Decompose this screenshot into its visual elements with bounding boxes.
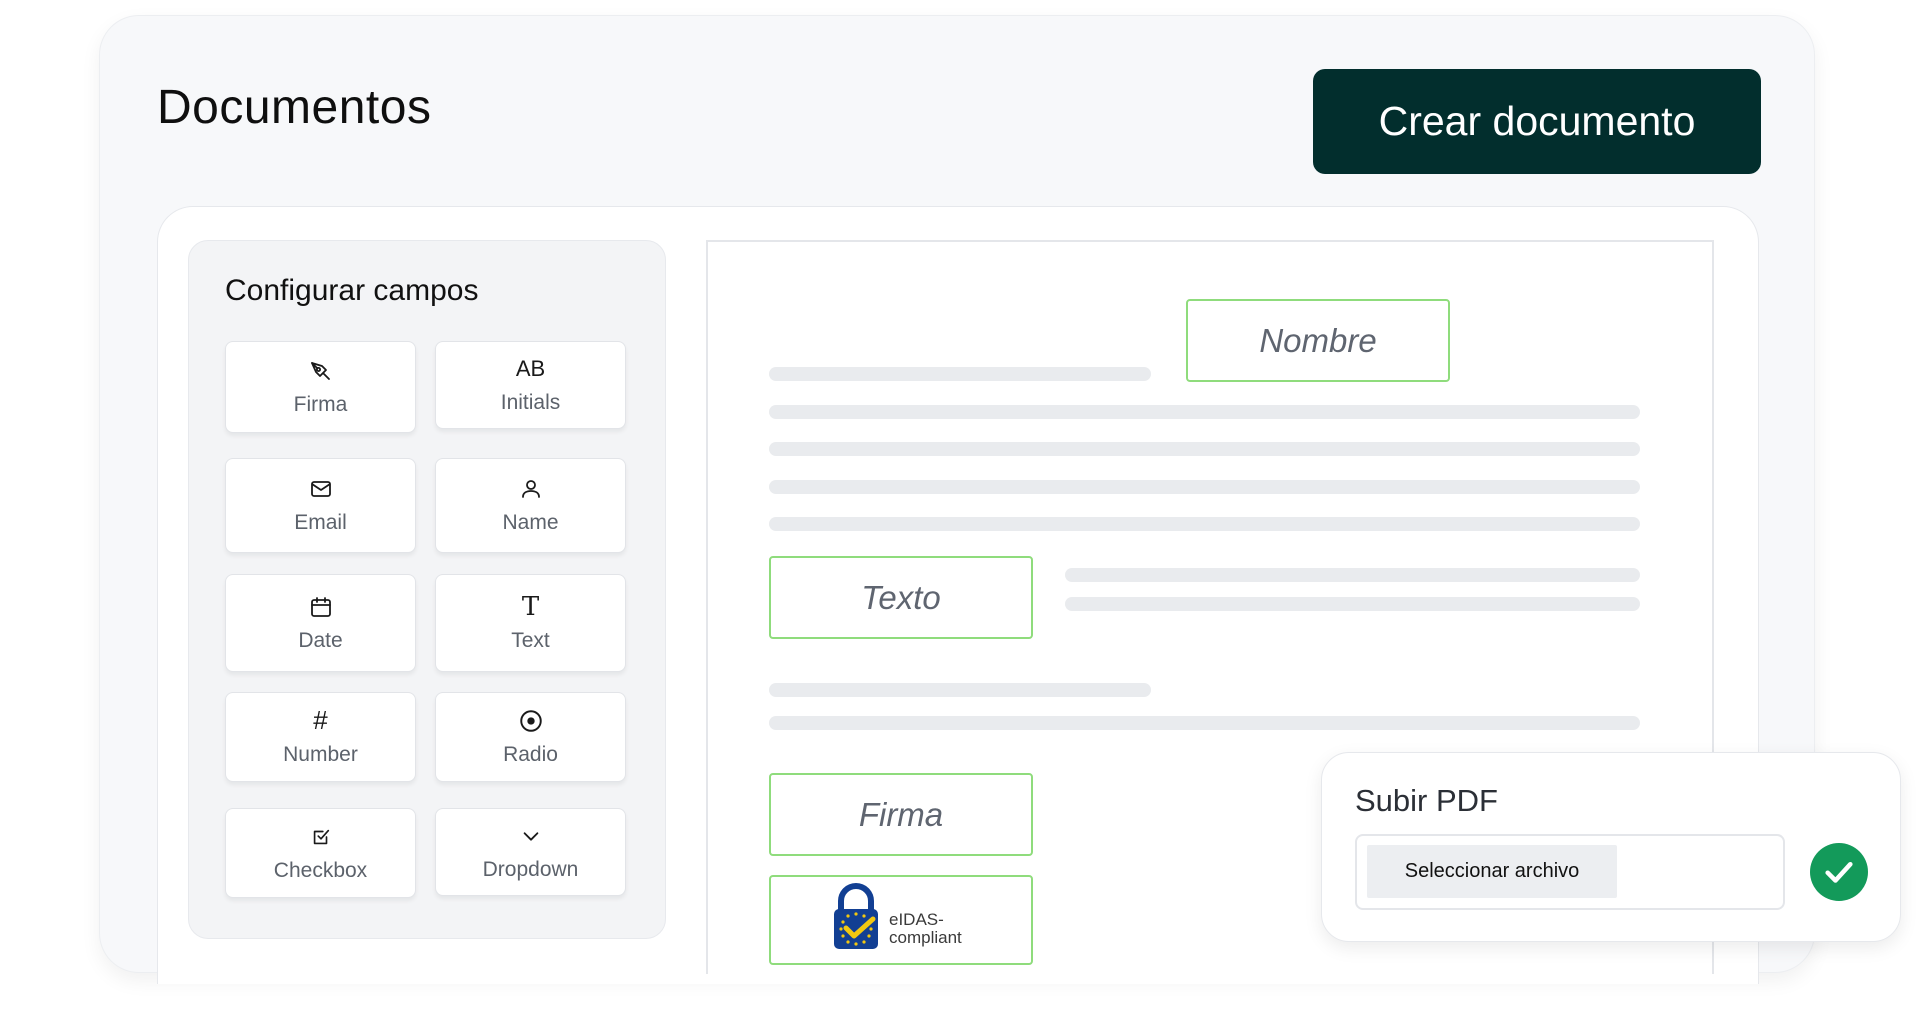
field-email-button[interactable]: Email bbox=[225, 458, 416, 553]
page-title: Documentos bbox=[157, 81, 432, 134]
text-t-icon: T bbox=[521, 591, 540, 622]
hash-icon: # bbox=[313, 705, 328, 735]
radio-icon bbox=[518, 708, 544, 734]
field-label: Dropdown bbox=[482, 857, 579, 881]
field-radio-button[interactable]: Radio bbox=[435, 692, 626, 782]
text-line-placeholder bbox=[769, 716, 1640, 730]
doc-field-firma[interactable]: Firma bbox=[769, 773, 1033, 856]
field-firma-button[interactable]: Firma bbox=[225, 341, 416, 433]
pen-nib-icon bbox=[308, 358, 334, 384]
create-document-button[interactable]: Crear documento bbox=[1313, 69, 1761, 174]
field-label: Text bbox=[511, 628, 550, 652]
field-number-button[interactable]: # Number bbox=[225, 692, 416, 782]
field-text-button[interactable]: T Text bbox=[435, 574, 626, 672]
field-label: Radio bbox=[503, 742, 558, 766]
field-label: Initials bbox=[500, 390, 561, 414]
doc-field-nombre[interactable]: Nombre bbox=[1186, 299, 1450, 382]
check-circle-icon bbox=[1810, 843, 1868, 901]
text-line-placeholder bbox=[1065, 568, 1640, 582]
doc-field-texto[interactable]: Texto bbox=[769, 556, 1033, 639]
eidas-label: eIDAS- compliant bbox=[889, 911, 962, 947]
text-line-placeholder bbox=[769, 517, 1640, 531]
eidas-label-line1: eIDAS- bbox=[889, 910, 944, 929]
fields-panel-title: Configurar campos bbox=[225, 274, 479, 307]
text-line-placeholder bbox=[769, 405, 1640, 419]
field-label: Email bbox=[294, 511, 347, 534]
ab-text-icon: AB bbox=[515, 355, 546, 381]
checkbox-icon bbox=[308, 824, 334, 850]
padlock-check-icon bbox=[831, 883, 881, 951]
field-label: Firma bbox=[293, 392, 348, 416]
field-dropdown-button[interactable]: Dropdown bbox=[435, 808, 626, 896]
eidas-label-line2: compliant bbox=[889, 928, 962, 947]
field-label: Number bbox=[283, 742, 358, 766]
field-date-button[interactable]: Date bbox=[225, 574, 416, 672]
field-name-button[interactable]: Name bbox=[435, 458, 626, 553]
field-label: Checkbox bbox=[273, 858, 368, 882]
select-file-button[interactable]: Seleccionar archivo bbox=[1367, 845, 1617, 898]
text-line-placeholder bbox=[769, 442, 1640, 456]
text-line-placeholder bbox=[1065, 597, 1640, 611]
text-line-placeholder bbox=[769, 480, 1640, 494]
calendar-icon bbox=[308, 594, 334, 620]
field-checkbox-button[interactable]: Checkbox bbox=[225, 808, 416, 898]
user-icon bbox=[518, 476, 544, 502]
field-label: Name bbox=[502, 511, 559, 534]
field-initials-button[interactable]: AB Initials bbox=[435, 341, 626, 429]
chevron-down-icon bbox=[518, 823, 544, 849]
upload-title: Subir PDF bbox=[1355, 783, 1498, 818]
field-label: Date bbox=[298, 628, 343, 652]
text-line-placeholder bbox=[769, 367, 1151, 381]
text-line-placeholder bbox=[769, 683, 1151, 697]
envelope-icon bbox=[308, 476, 334, 502]
